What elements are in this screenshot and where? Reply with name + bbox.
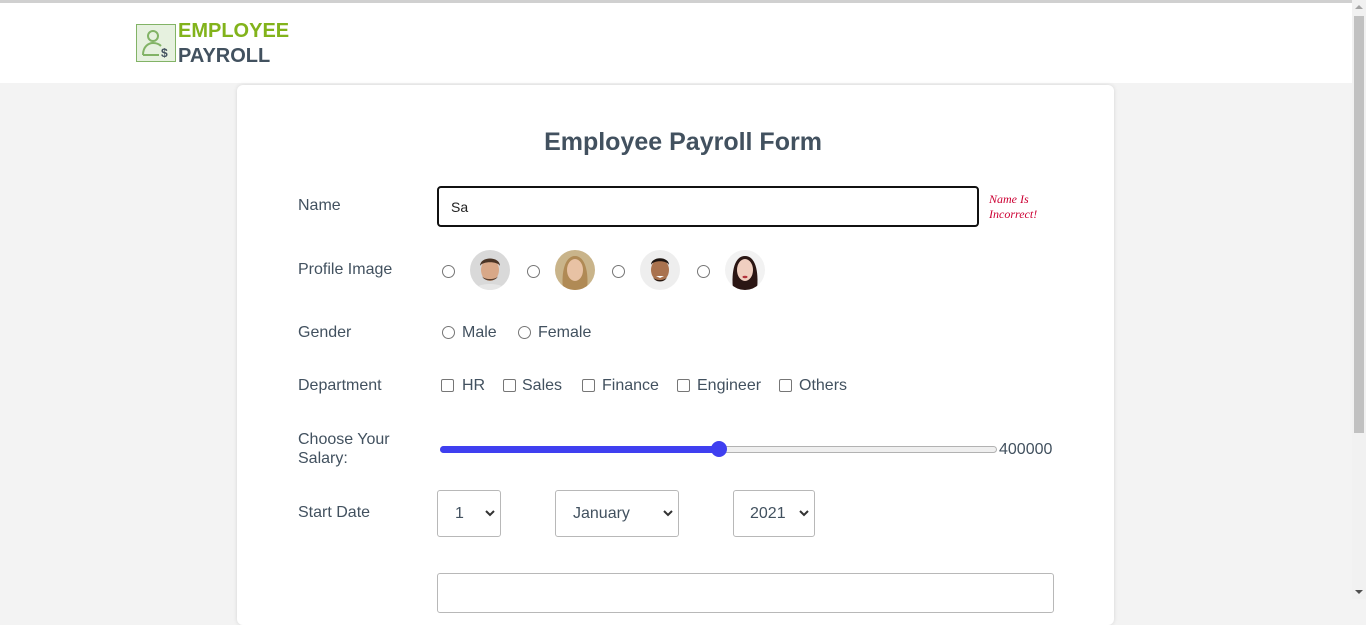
department-checkbox-engineer[interactable] <box>677 379 690 392</box>
year-select-value: 2021 <box>750 505 786 522</box>
salary-value: 400000 <box>999 441 1053 458</box>
profile-radio-3[interactable] <box>612 265 625 278</box>
month-select-value: January <box>573 505 630 522</box>
avatar-woman-1[interactable] <box>555 250 595 290</box>
profile-radio-1[interactable] <box>442 265 455 278</box>
department-label: Department <box>298 377 382 394</box>
gender-option-male[interactable]: Male <box>462 324 497 342</box>
salary-slider-fill <box>440 446 719 453</box>
department-option-engineer[interactable]: Engineer <box>697 377 761 395</box>
name-label: Name <box>298 197 341 214</box>
user-dollar-icon: $ <box>136 24 176 62</box>
department-checkbox-sales[interactable] <box>503 379 516 392</box>
notes-textarea[interactable] <box>437 573 1054 613</box>
avatar-woman-2[interactable] <box>725 250 765 290</box>
department-checkbox-hr[interactable] <box>441 379 454 392</box>
salary-label-line1: Choose Your <box>298 431 390 448</box>
department-option-hr[interactable]: HR <box>462 377 485 395</box>
logo-line-employee: EMPLOYEE <box>178 20 290 42</box>
avatar-man-2[interactable] <box>640 250 680 290</box>
chevron-down-icon <box>485 510 495 517</box>
month-select[interactable]: January <box>555 490 679 537</box>
profile-radio-4[interactable] <box>697 265 710 278</box>
day-select-value: 1 <box>455 505 464 522</box>
form-title: Employee Payroll Form <box>544 128 822 156</box>
profile-image-label: Profile Image <box>298 261 393 278</box>
salary-slider-thumb[interactable] <box>711 441 727 457</box>
scroll-up-arrow-icon[interactable] <box>1352 0 1366 14</box>
scrollbar-thumb[interactable] <box>1354 16 1364 433</box>
gender-option-female[interactable]: Female <box>538 324 591 342</box>
department-checkbox-others[interactable] <box>779 379 792 392</box>
start-date-label: Start Date <box>298 504 371 521</box>
chevron-down-icon <box>799 510 809 517</box>
logo-line-payroll: PAYROLL <box>178 45 271 67</box>
gender-radio-female[interactable] <box>518 326 531 339</box>
gender-radio-male[interactable] <box>442 326 455 339</box>
department-checkbox-finance[interactable] <box>582 379 595 392</box>
name-input[interactable] <box>437 186 979 227</box>
app-header: $ EMPLOYEE PAYROLL <box>0 3 1352 83</box>
app-logo-text[interactable]: EMPLOYEE PAYROLL <box>178 19 289 69</box>
department-option-others[interactable]: Others <box>799 377 847 395</box>
avatar-man-1[interactable] <box>470 250 510 290</box>
day-select[interactable]: 1 <box>437 490 501 537</box>
salary-label-line2: Salary: <box>298 450 348 467</box>
department-option-sales[interactable]: Sales <box>522 377 562 395</box>
form-card <box>237 85 1114 625</box>
department-option-finance[interactable]: Finance <box>602 377 659 395</box>
year-select[interactable]: 2021 <box>733 490 815 537</box>
gender-label: Gender <box>298 324 352 341</box>
salary-label: Choose Your Salary: <box>298 430 390 468</box>
profile-radio-2[interactable] <box>527 265 540 278</box>
svg-text:$: $ <box>161 46 168 60</box>
chevron-down-icon <box>663 510 673 517</box>
name-error-message: Name Is Incorrect! <box>989 192 1038 221</box>
scroll-down-arrow-icon[interactable] <box>1352 585 1366 599</box>
